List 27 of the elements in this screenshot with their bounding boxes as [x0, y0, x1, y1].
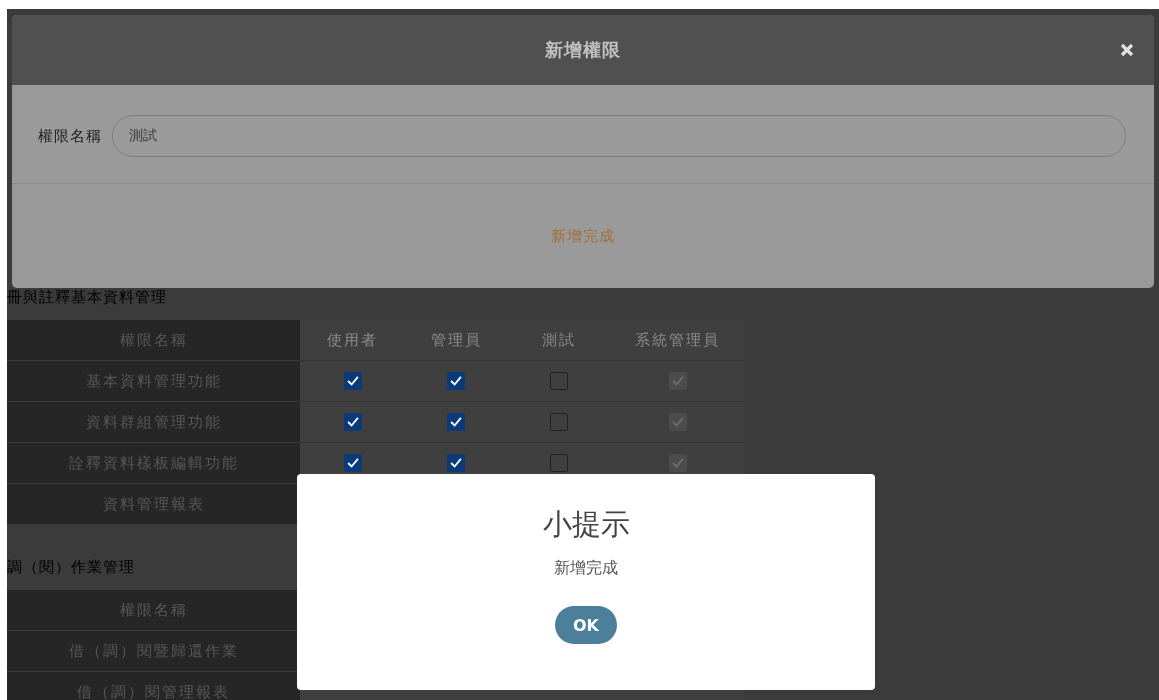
check-icon	[449, 415, 463, 429]
checkbox[interactable]	[343, 372, 362, 390]
modal-title: 新增權限	[545, 38, 621, 62]
check-icon	[449, 456, 463, 470]
checkbox[interactable]	[343, 454, 362, 472]
section-heading: 調（閱）作業管理	[7, 558, 135, 576]
ok-button[interactable]: OK	[555, 606, 617, 644]
check-icon	[345, 415, 360, 429]
close-icon[interactable]	[1120, 43, 1134, 57]
column-header: 管理員	[405, 320, 507, 361]
column-header: 系統管理員	[611, 320, 744, 361]
section-heading: 冊與註釋基本資料管理	[7, 288, 167, 306]
dialog-message: 新增完成	[554, 557, 618, 579]
column-header: 測試	[507, 320, 611, 361]
checkbox[interactable]	[343, 413, 362, 431]
checkbox[interactable]	[447, 454, 465, 472]
check-icon	[345, 374, 360, 388]
checkbox[interactable]	[550, 372, 568, 390]
column-header: 使用者	[300, 320, 405, 361]
checkbox[interactable]	[447, 372, 465, 390]
checkbox[interactable]	[550, 454, 568, 472]
check-icon	[449, 374, 463, 388]
checkbox[interactable]	[550, 413, 568, 431]
check-icon	[345, 456, 360, 470]
dialog-title: 小提示	[542, 506, 630, 543]
field-label: 權限名稱	[38, 126, 102, 147]
checkbox[interactable]	[447, 413, 465, 431]
